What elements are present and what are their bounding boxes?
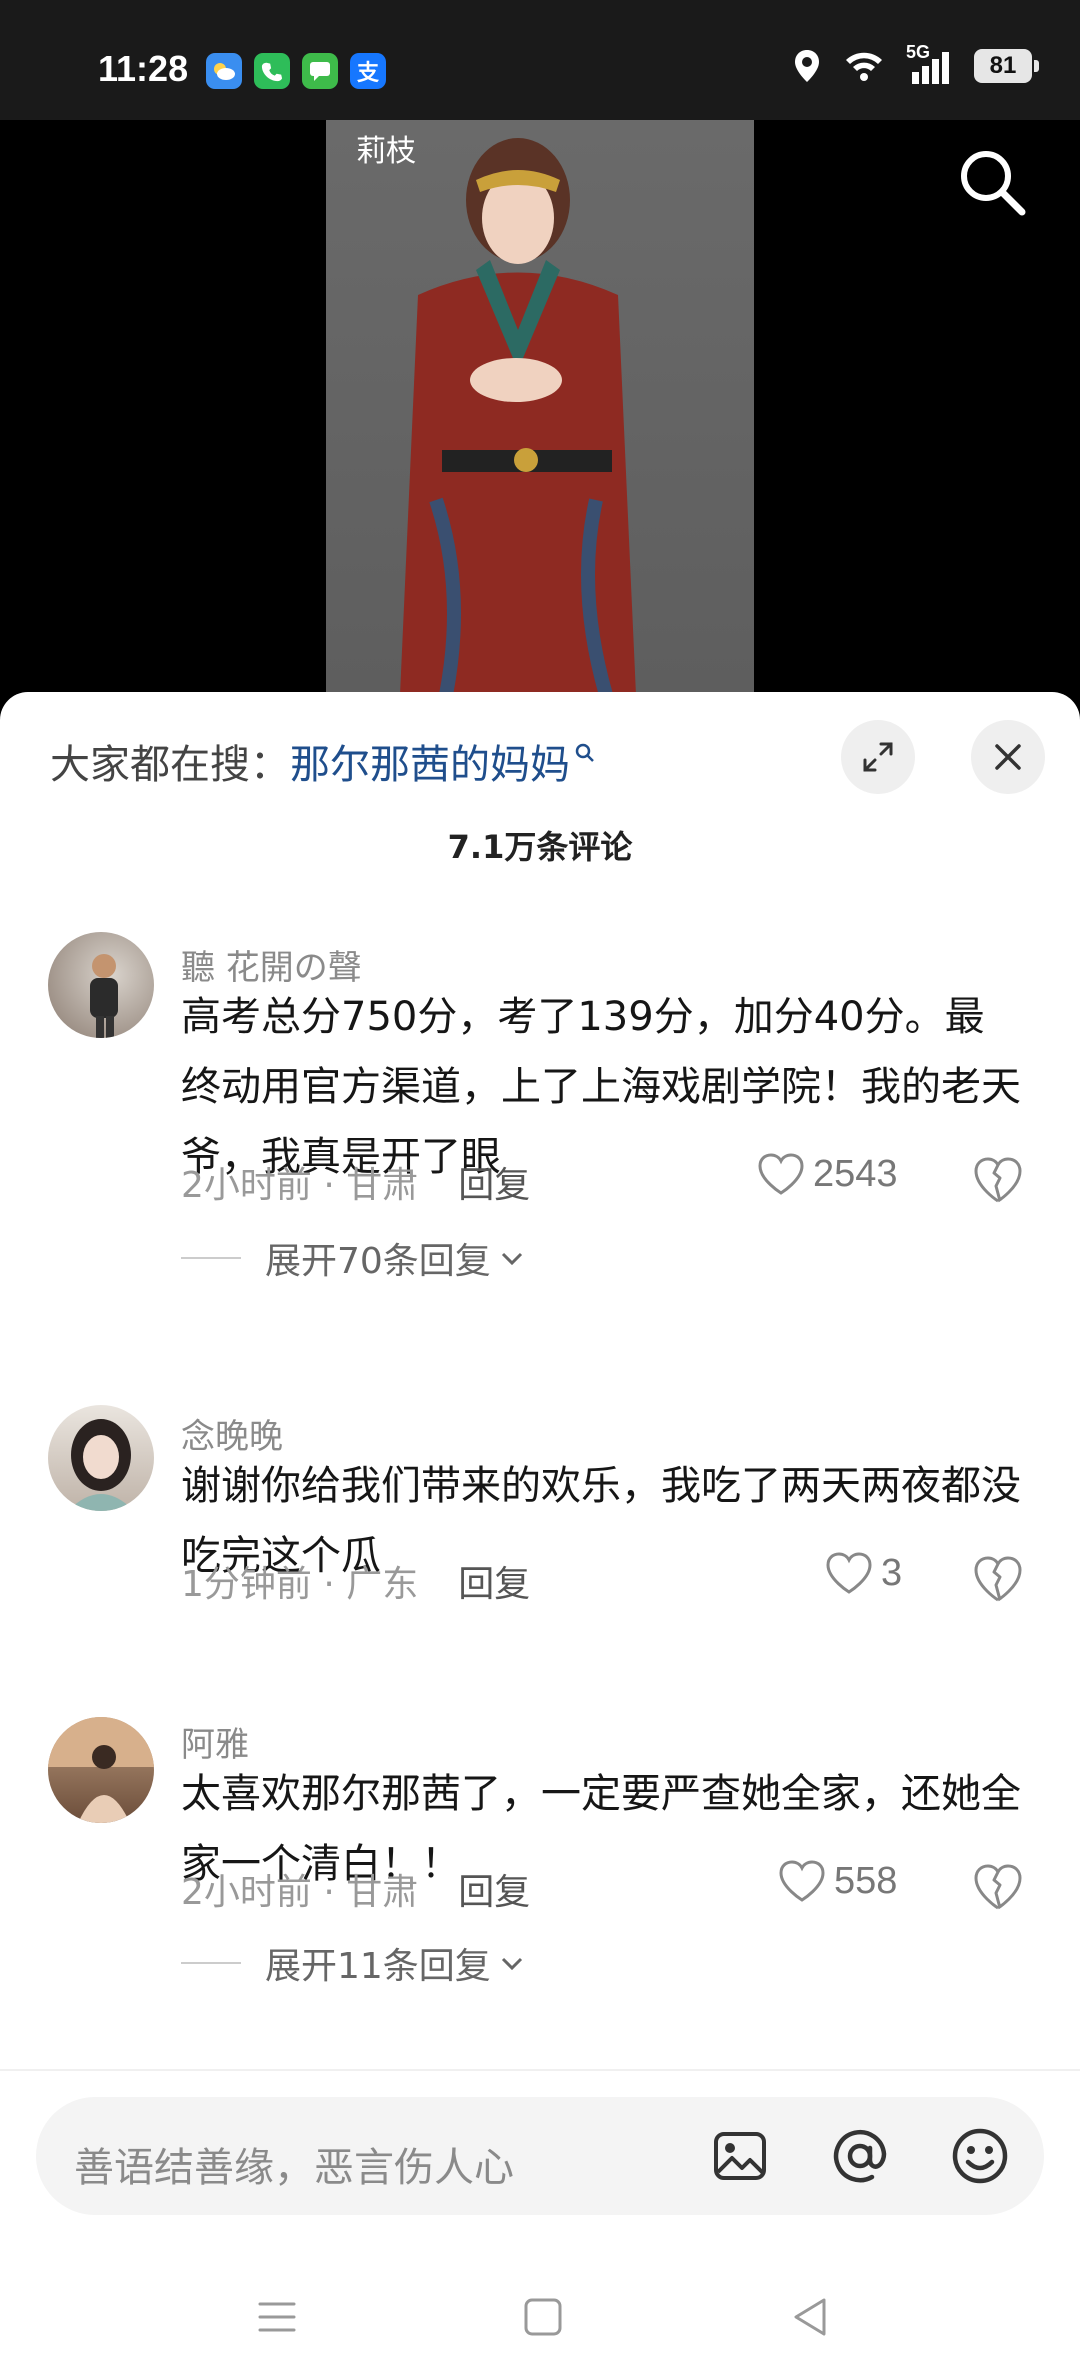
- reply-button[interactable]: 回复: [458, 1156, 530, 1208]
- like-count: 558: [834, 1859, 898, 1902]
- comment-input-placeholder: 善语结善缘，恶言伤人心: [74, 2145, 514, 2191]
- heart-icon: [826, 1552, 872, 1594]
- comment-meta: 2小时前 · 甘肃 回复: [181, 1863, 530, 1915]
- expand-replies[interactable]: 展开11条回复: [181, 1937, 525, 1989]
- hot-search-label: 大家都在搜：: [50, 742, 290, 788]
- avatar-image: [48, 1717, 154, 1823]
- like-count: 3: [881, 1551, 903, 1594]
- battery-indicator: 81: [974, 49, 1039, 83]
- image-icon[interactable]: [710, 2126, 770, 2186]
- emoji-icon[interactable]: [950, 2126, 1010, 2186]
- location-icon: [795, 50, 819, 82]
- time-location: 2小时前 · 甘肃: [181, 1165, 419, 1206]
- status-bar: 11:28 支 5G 81: [0, 0, 1080, 120]
- avatar-image: [90, 954, 118, 1038]
- search-icon[interactable]: [952, 142, 1032, 222]
- phone-icon: [254, 53, 290, 89]
- expand-icon: [863, 742, 893, 772]
- close-button[interactable]: [971, 720, 1045, 794]
- notification-icons: 支: [206, 53, 386, 89]
- comment-meta: 1分钟前 · 广东 回复: [181, 1555, 530, 1607]
- search-icon: [575, 743, 594, 762]
- like-count: 2543: [813, 1152, 898, 1195]
- wifi-icon: [846, 52, 882, 81]
- reply-button[interactable]: 回复: [458, 1555, 530, 1607]
- broken-heart-icon[interactable]: [972, 1154, 1024, 1206]
- comment-meta: 2小时前 · 甘肃 回复: [181, 1156, 530, 1208]
- video-frame[interactable]: 莉枝: [326, 120, 754, 695]
- heart-icon: [779, 1860, 825, 1902]
- alipay-icon: 支: [350, 53, 386, 89]
- like-button[interactable]: 2543: [757, 1152, 898, 1196]
- reply-button[interactable]: 回复: [458, 1863, 530, 1915]
- time-location: 2小时前 · 甘肃: [181, 1872, 419, 1913]
- hot-search-keyword[interactable]: 那尔那茜的妈妈: [290, 732, 570, 790]
- video-figure: [400, 138, 636, 695]
- comment-count: 7.1万条评论: [447, 828, 633, 866]
- heart-icon: [758, 1153, 804, 1195]
- chevron-down-icon: [501, 1252, 522, 1266]
- system-nav-bar: [0, 2272, 1080, 2373]
- like-button[interactable]: 3: [825, 1551, 902, 1595]
- signal-icon: [912, 52, 949, 84]
- expand-replies-label: 展开70条回复: [265, 1241, 491, 1282]
- like-button[interactable]: 558: [778, 1859, 897, 1903]
- broken-heart-icon[interactable]: [972, 1861, 1024, 1913]
- menu-icon[interactable]: [252, 2292, 302, 2342]
- status-time: 11:28: [98, 48, 189, 89]
- hot-search[interactable]: 大家都在搜： 那尔那茜的妈妈: [50, 732, 596, 790]
- input-divider: [0, 2069, 1080, 2071]
- mention-icon[interactable]: [830, 2126, 890, 2186]
- avatar[interactable]: [48, 932, 154, 1038]
- chevron-down-icon: [501, 1957, 522, 1971]
- avatar[interactable]: [48, 1717, 154, 1823]
- back-icon[interactable]: [786, 2292, 836, 2342]
- video-player[interactable]: 莉枝: [0, 120, 1080, 695]
- weather-icon: [206, 53, 242, 89]
- home-icon[interactable]: [518, 2292, 568, 2342]
- divider-line: [181, 1257, 241, 1259]
- comment-input[interactable]: 善语结善缘，恶言伤人心: [36, 2097, 1044, 2215]
- broken-heart-icon[interactable]: [972, 1553, 1024, 1605]
- close-icon: [995, 744, 1021, 770]
- expand-replies[interactable]: 展开70条回复: [181, 1232, 525, 1284]
- avatar-image: [68, 1419, 134, 1511]
- avatar[interactable]: [48, 1405, 154, 1511]
- signal-indicator: 5G: [906, 42, 952, 84]
- expand-button[interactable]: [841, 720, 915, 794]
- divider-line: [181, 1962, 241, 1964]
- comment-sheet: 大家都在搜： 那尔那茜的妈妈 7.1万条评论 聽 花開の聲 高考总分750分，考…: [0, 692, 1080, 2373]
- time-location: 1分钟前 · 广东: [181, 1564, 419, 1605]
- expand-replies-label: 展开11条回复: [265, 1946, 491, 1987]
- messages-icon: [302, 53, 338, 89]
